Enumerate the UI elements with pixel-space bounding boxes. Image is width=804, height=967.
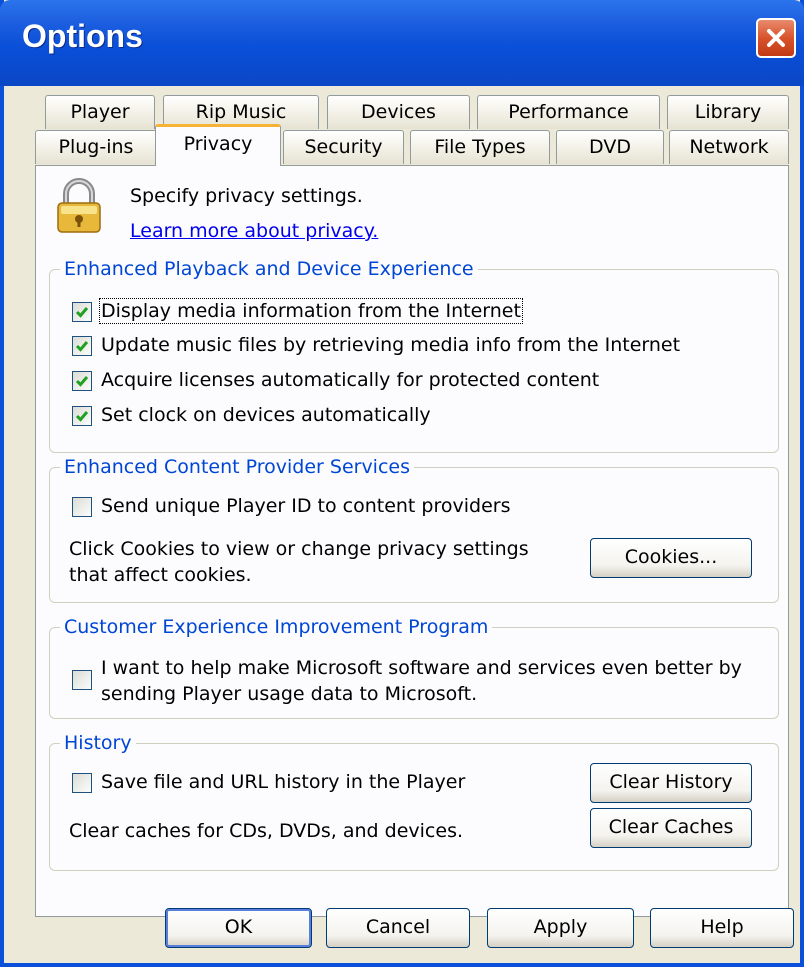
send-player-id-checkbox[interactable]: [72, 497, 92, 517]
ceip-group-title: Customer Experience Improvement Program: [60, 615, 493, 639]
cancel-button[interactable]: Cancel: [326, 908, 470, 948]
tab-dvd[interactable]: DVD: [556, 130, 664, 164]
playback-group-title: Enhanced Playback and Device Experience: [60, 257, 478, 281]
tab-file-types[interactable]: File Types: [410, 130, 550, 164]
checkmark-icon: [75, 411, 89, 422]
provider-group-title: Enhanced Content Provider Services: [60, 455, 414, 479]
window-title: Options: [22, 18, 143, 54]
clear-history-button[interactable]: Clear History: [590, 763, 752, 803]
save-history-label[interactable]: Save file and URL history in the Player: [101, 771, 465, 793]
update-music-files-checkbox[interactable]: [72, 336, 92, 356]
acquire-licenses-checkbox[interactable]: [72, 371, 92, 391]
tab-privacy[interactable]: Privacy: [155, 124, 281, 166]
ok-button[interactable]: OK: [165, 908, 312, 948]
acquire-licenses-label[interactable]: Acquire licenses automatically for prote…: [101, 369, 599, 391]
checkmark-icon: [75, 376, 89, 387]
close-icon: [767, 29, 785, 47]
cookies-description-line2: that affect cookies.: [69, 564, 252, 586]
tab-library[interactable]: Library: [667, 95, 789, 129]
send-player-id-label[interactable]: Send unique Player ID to content provide…: [101, 495, 510, 517]
display-media-info-label[interactable]: Display media information from the Inter…: [99, 298, 523, 324]
tab-performance[interactable]: Performance: [477, 95, 660, 129]
cookies-description-line1: Click Cookies to view or change privacy …: [69, 538, 529, 560]
set-clock-checkbox[interactable]: [72, 406, 92, 426]
intro-text: Specify privacy settings.: [130, 185, 363, 207]
ceip-checkbox[interactable]: [72, 670, 92, 690]
tab-plug-ins[interactable]: Plug-ins: [35, 130, 157, 164]
set-clock-label[interactable]: Set clock on devices automatically: [101, 404, 431, 426]
clear-caches-button[interactable]: Clear Caches: [590, 808, 752, 848]
help-button[interactable]: Help: [650, 908, 794, 948]
title-bar[interactable]: Options: [0, 0, 804, 86]
ceip-label-line1[interactable]: I want to help make Microsoft software a…: [101, 655, 742, 681]
history-group-title: History: [60, 731, 136, 755]
save-history-checkbox[interactable]: [72, 773, 92, 793]
padlock-icon: [57, 178, 101, 233]
cookies-button[interactable]: Cookies...: [590, 538, 752, 578]
apply-button[interactable]: Apply: [487, 908, 634, 948]
privacy-help-link[interactable]: Learn more about privacy.: [130, 220, 378, 242]
tab-devices[interactable]: Devices: [327, 95, 470, 129]
ceip-label-line2[interactable]: sending Player usage data to Microsoft.: [101, 681, 477, 707]
tab-network[interactable]: Network: [669, 130, 789, 164]
checkmark-icon: [75, 341, 89, 352]
clear-caches-description: Clear caches for CDs, DVDs, and devices.: [69, 820, 464, 842]
tab-player[interactable]: Player: [45, 95, 155, 129]
close-button[interactable]: [756, 18, 796, 58]
update-music-files-label[interactable]: Update music files by retrieving media i…: [101, 334, 680, 356]
checkmark-icon: [75, 307, 89, 318]
tab-security[interactable]: Security: [283, 130, 404, 164]
display-media-info-checkbox[interactable]: [72, 302, 92, 322]
